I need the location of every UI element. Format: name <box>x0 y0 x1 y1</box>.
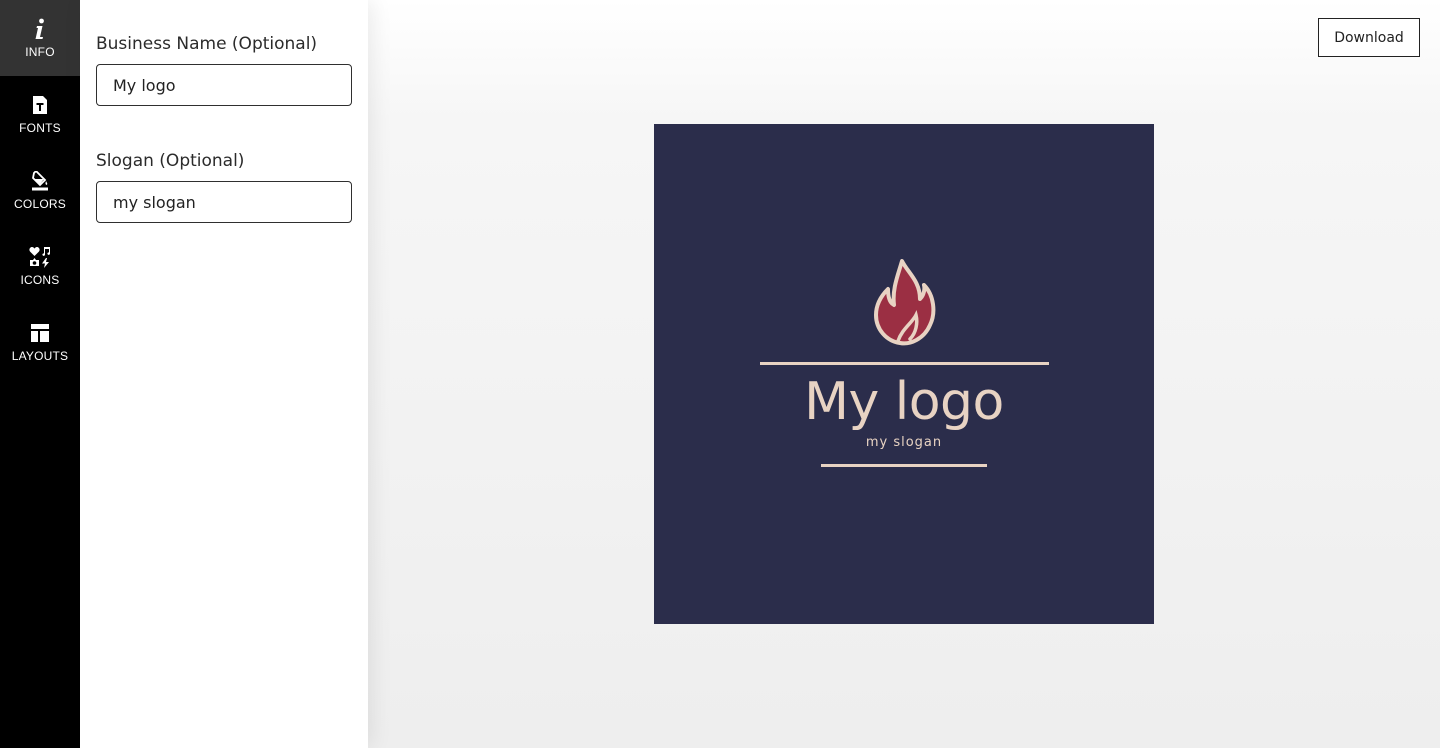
nav-label-fonts: FONTS <box>19 121 61 135</box>
nav-item-info[interactable]: INFO <box>0 0 80 76</box>
paint-bucket-icon <box>28 169 52 193</box>
nav-label-colors: COLORS <box>14 197 66 211</box>
nav-item-colors[interactable]: COLORS <box>0 152 80 228</box>
logo-slogan: my slogan <box>865 435 943 450</box>
icons-grid-icon <box>28 245 52 269</box>
nav-item-icons[interactable]: ICONS <box>0 228 80 304</box>
logo-preview: My logo my slogan <box>654 124 1154 624</box>
sidebar-nav: INFO FONTS COLORS ICONS LAYOUTS <box>0 0 80 748</box>
business-name-label: Business Name (Optional) <box>96 34 318 54</box>
layout-icon <box>28 321 52 345</box>
logo-business-name: My logo <box>804 372 1004 432</box>
info-icon <box>28 17 52 41</box>
logo-canvas-area: Download My logo my slogan <box>368 0 1440 748</box>
logo-maker-app: INFO FONTS COLORS ICONS LAYOUTS Business… <box>0 0 1440 748</box>
download-button[interactable]: Download <box>1318 18 1420 57</box>
nav-item-layouts[interactable]: LAYOUTS <box>0 304 80 380</box>
nav-label-icons: ICONS <box>20 273 60 287</box>
slogan-label: Slogan (Optional) <box>96 151 245 171</box>
nav-item-fonts[interactable]: FONTS <box>0 76 80 152</box>
font-file-icon <box>28 93 52 117</box>
slogan-input[interactable] <box>96 181 352 223</box>
nav-label-layouts: LAYOUTS <box>11 349 69 363</box>
nav-label-info: INFO <box>25 45 55 59</box>
logo-divider-bottom <box>821 464 987 467</box>
logo-divider-top <box>760 362 1049 365</box>
flame-icon <box>874 259 936 346</box>
business-name-input[interactable] <box>96 64 352 106</box>
field-spacer <box>96 106 352 134</box>
info-panel: Business Name (Optional) Slogan (Optiona… <box>80 0 368 748</box>
